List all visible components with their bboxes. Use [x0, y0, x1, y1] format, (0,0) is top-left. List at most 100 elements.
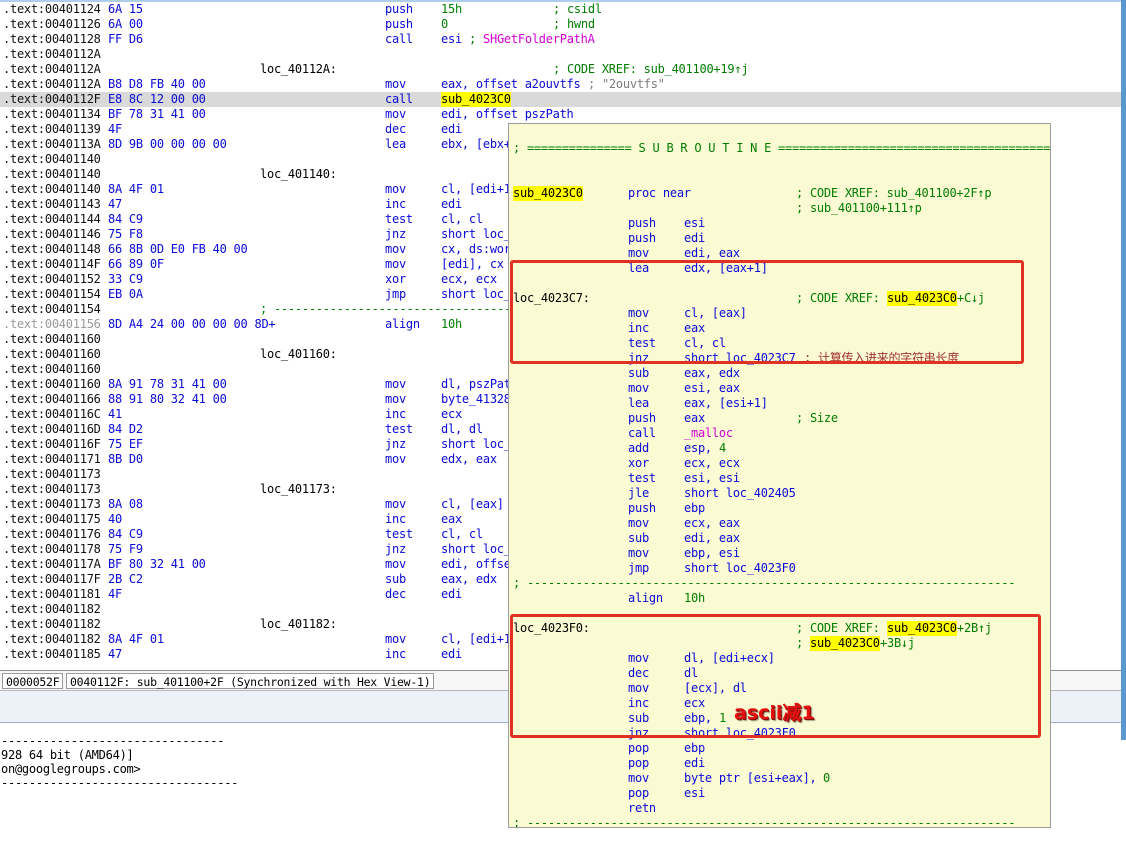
asm-line[interactable]: push edi	[509, 231, 1050, 246]
asm-text: _malloc	[684, 426, 733, 440]
asm-text: short loc_402405	[684, 486, 796, 500]
asm-line[interactable]: jnz short loc_4023C7 ; 计算传入进来的字符串长度	[509, 351, 1050, 366]
asm-text: push	[385, 17, 413, 31]
asm-text: .text:00401140	[3, 152, 101, 166]
asm-text: mov	[385, 107, 406, 121]
status-position-info: 0040112F: sub_401100+2F (Synchronized wi…	[66, 673, 435, 689]
asm-text: 0	[823, 771, 830, 785]
asm-text: loc_4023F0:	[513, 621, 590, 635]
asm-line[interactable]: retn	[509, 801, 1050, 816]
asm-line[interactable]: .text:00401124 6A 15 push 15h ; csidl	[0, 2, 1121, 17]
asm-text: 6A 15	[108, 2, 143, 16]
asm-text: inc	[628, 321, 649, 335]
asm-line[interactable]: .text:00401128 FF D6 call esi; SHGetFolderPa…	[0, 32, 1121, 47]
asm-text: cl, [eax]	[441, 497, 504, 511]
asm-line[interactable]: .text:0040112A	[0, 47, 1121, 62]
asm-text: 8A 08	[108, 497, 143, 511]
asm-line[interactable]: test cl, cl	[509, 336, 1050, 351]
asm-line[interactable]: align 10h	[509, 591, 1050, 606]
asm-line[interactable]: sub eax, edx	[509, 366, 1050, 381]
asm-text: test	[628, 471, 656, 485]
asm-text: .text:0040112A	[3, 62, 101, 76]
asm-text: 84 C9	[108, 527, 143, 541]
asm-line[interactable]: mov dl, [edi+ecx]	[509, 651, 1050, 666]
asm-text: mov	[628, 306, 649, 320]
asm-text: .text:00401126	[3, 17, 101, 31]
asm-text: .text:00401166	[3, 392, 101, 406]
asm-line[interactable]: add esp, 4	[509, 441, 1050, 456]
asm-line[interactable]: mov [ecx], dl	[509, 681, 1050, 696]
asm-line[interactable]: .text:0040112A loc_40112A: ; CODE XREF: su…	[0, 62, 1121, 77]
asm-line[interactable]: push eax ; Size	[509, 411, 1050, 426]
asm-line[interactable]: lea edx, [eax+1]	[509, 261, 1050, 276]
asm-line[interactable]: push ebp	[509, 501, 1050, 516]
asm-text: 8D A4 24 00 00 00 00 8D+	[108, 317, 276, 331]
asm-text: esi	[441, 32, 462, 46]
asm-line[interactable]: ; sub_4023C0 +3B↓j	[509, 636, 1050, 651]
asm-text: mov	[628, 516, 649, 530]
asm-text: 40	[108, 512, 122, 526]
asm-text: .text:00401143	[3, 197, 101, 211]
asm-line[interactable]: ; --------------------------------------…	[509, 816, 1050, 827]
asm-line[interactable]: ; =============== S U B R O U T I N E ==…	[509, 141, 1050, 156]
subroutine-disassembly-window[interactable]: ascii减1 ; =============== S U B R O U T …	[508, 123, 1051, 828]
asm-line[interactable]: dec dl	[509, 666, 1050, 681]
asm-text: 84 D2	[108, 422, 143, 436]
asm-line[interactable]: mov cl, [eax]	[509, 306, 1050, 321]
asm-line[interactable]: jle short loc_402405	[509, 486, 1050, 501]
asm-text: [ecx], dl	[684, 681, 747, 695]
asm-line[interactable]: lea eax, [esi+1]	[509, 396, 1050, 411]
asm-line[interactable]: mov byte ptr [esi+eax], 0	[509, 771, 1050, 786]
status-address-offset: 0000052F	[2, 673, 64, 689]
asm-text: +2B↑j	[957, 621, 992, 635]
asm-line[interactable]: ; --------------------------------------…	[509, 576, 1050, 591]
asm-text: esi	[684, 786, 705, 800]
asm-line[interactable]: .text:00401134 BF 78 31 41 00 mov edi, offs…	[0, 107, 1121, 122]
asm-text: mov	[385, 182, 406, 196]
asm-text: sub_4023C0	[513, 186, 583, 201]
asm-text: dec	[385, 587, 406, 601]
asm-line[interactable]: inc eax	[509, 321, 1050, 336]
asm-text: sub	[385, 572, 406, 586]
asm-text: inc	[385, 512, 406, 526]
asm-text: push	[628, 231, 656, 245]
asm-text: inc	[385, 407, 406, 421]
asm-line[interactable]: .text:0040112A B8 D8 FB 40 00 mov eax, offs…	[0, 77, 1121, 92]
asm-line[interactable]: jmp short loc_4023F0	[509, 561, 1050, 576]
asm-text: ecx, ecx	[441, 272, 497, 286]
asm-text: .text:0040114F	[3, 257, 101, 271]
asm-text: .text:0040116D	[3, 422, 101, 436]
asm-line[interactable]: call _malloc	[509, 426, 1050, 441]
asm-line[interactable]: .text:00401126 6A 00 push 0 ; hwnd	[0, 17, 1121, 32]
asm-text: test	[385, 422, 413, 436]
asm-line-selected[interactable]: .text:0040112F E8 8C 12 00 00 call sub_4023…	[0, 92, 1121, 107]
asm-line[interactable]: pop ebp	[509, 741, 1050, 756]
asm-line[interactable]: pop edi	[509, 756, 1050, 771]
asm-line[interactable]: xor ecx, ecx	[509, 456, 1050, 471]
asm-line[interactable]: jnz short loc_4023F0	[509, 726, 1050, 741]
asm-line[interactable]: loc_4023C7: ; CODE XREF: sub_4023C0 +C↓j	[509, 291, 1050, 306]
asm-text: test	[385, 212, 413, 226]
asm-text: .text:00401140	[3, 167, 101, 181]
asm-text: .text:0040117A	[3, 557, 101, 571]
asm-line[interactable]: test esi, esi	[509, 471, 1050, 486]
asm-line[interactable]: mov ebp, esi	[509, 546, 1050, 561]
asm-text: .text:00401175	[3, 512, 101, 526]
asm-line[interactable]: push esi	[509, 216, 1050, 231]
asm-text: 88 91 80 32 41 00	[108, 392, 227, 406]
asm-text: .text:00401152	[3, 272, 101, 286]
asm-line[interactable]: pop esi	[509, 786, 1050, 801]
asm-line[interactable]: mov ecx, eax	[509, 516, 1050, 531]
asm-text: eax, edx	[684, 366, 740, 380]
asm-line[interactable]: mov edi, eax	[509, 246, 1050, 261]
asm-text: 0	[441, 17, 448, 31]
asm-text: .text:00401160	[3, 332, 101, 346]
asm-line[interactable]: sub_4023C0 proc near ; CODE XREF: sub_4011…	[509, 186, 1050, 201]
asm-line[interactable]: sub edi, eax	[509, 531, 1050, 546]
asm-text: ; Size	[796, 411, 838, 425]
asm-text: dl, dl	[441, 422, 483, 436]
asm-text: loc_4023C7:	[513, 291, 590, 305]
asm-line[interactable]: ; sub_401100+111↑p	[509, 201, 1050, 216]
asm-line[interactable]: loc_4023F0: ; CODE XREF: sub_4023C0 +2B↑j	[509, 621, 1050, 636]
asm-line[interactable]: mov esi, eax	[509, 381, 1050, 396]
